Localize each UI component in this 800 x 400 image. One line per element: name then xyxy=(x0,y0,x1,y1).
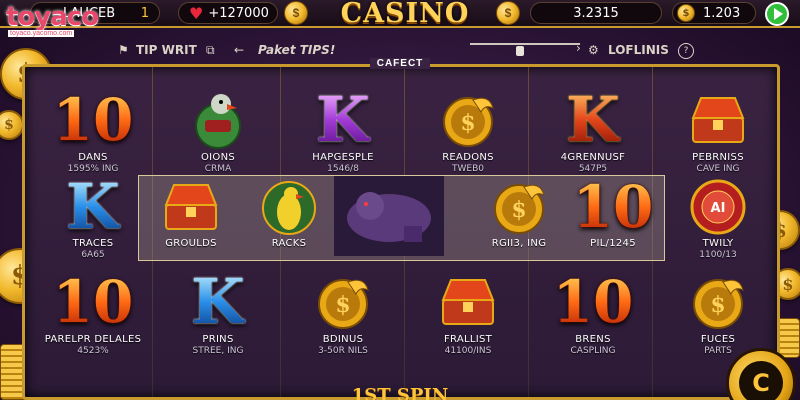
svg-text:AI: AI xyxy=(711,201,726,216)
tips-slider[interactable] xyxy=(470,43,580,56)
reel-symbol-chest[interactable]: FRALLIST 41100/INS xyxy=(405,270,531,370)
symbol-sublabel: 41100/INS xyxy=(444,346,492,356)
gold-dragon-icon: $ xyxy=(423,88,513,152)
hearts-pill[interactable]: ♥ +127000 xyxy=(178,2,278,24)
svg-text:$: $ xyxy=(710,292,725,318)
symbol-sublabel: PARTS xyxy=(704,346,732,356)
tip-box-icon: ⧉ xyxy=(206,43,215,57)
symbol-label: GROULDS xyxy=(165,238,217,249)
settings-icon[interactable]: ⚙ xyxy=(588,43,599,57)
tip-writ-label[interactable]: TIP WRIT xyxy=(136,43,197,57)
ten-icon: 10 xyxy=(52,86,134,154)
symbol-sublabel: STREE, ING xyxy=(192,346,244,356)
lofl-label[interactable]: LOFLINIS xyxy=(608,43,669,57)
svg-text:$: $ xyxy=(511,197,526,223)
coin-icon: $ xyxy=(677,4,695,22)
coins-value: 1.203 xyxy=(703,5,741,21)
arrow-right-icon: › xyxy=(576,41,581,55)
symbol-label: BDINUS xyxy=(322,334,364,345)
symbol-sublabel: 1100/13 xyxy=(699,250,737,260)
tip-writ-icon: ⚑ xyxy=(118,43,129,57)
symbol-sublabel: CRMA xyxy=(204,164,232,174)
gold-dragon-icon: $ xyxy=(298,270,388,334)
chest-icon xyxy=(423,270,513,334)
ten-icon: 10 xyxy=(52,268,134,336)
spin-icon: C xyxy=(739,361,783,400)
help-icon[interactable]: ? xyxy=(678,43,694,59)
reel-symbol-parrot-green[interactable]: OIONS CRMA xyxy=(155,88,281,188)
ten-icon: 10 xyxy=(552,268,634,336)
k-purple-icon: K xyxy=(316,83,370,156)
reel-symbol-ten[interactable]: 10 PARELPR DELALES 4523% xyxy=(30,270,156,370)
reel-symbol-gold-dragon[interactable]: $ READONS TWEB0 xyxy=(405,88,531,188)
level-suffix: 1 xyxy=(140,5,149,21)
reel-symbol-red-chip[interactable]: AI TWILY 1100/13 xyxy=(655,176,781,262)
slider-knob[interactable] xyxy=(515,46,524,56)
red-chip-icon: AI xyxy=(673,176,763,238)
back-arrow-icon[interactable]: ← xyxy=(234,43,244,57)
k-blue-icon: K xyxy=(191,265,245,338)
top-bar: LAUCEB 1 ♥ +127000 $ CASINO $ 3.2315 $ 1… xyxy=(0,0,800,29)
coin-icon: $ xyxy=(496,1,520,25)
chest-icon xyxy=(146,176,236,238)
play-button[interactable] xyxy=(765,2,789,26)
symbol-label: TWILY xyxy=(702,238,734,249)
symbol-label: OIONS xyxy=(200,152,236,163)
k-red-icon: K xyxy=(566,83,620,156)
brand-logo: toyaco xyxy=(6,2,99,32)
symbol-sublabel: CAVE ING xyxy=(696,164,740,174)
symbol-sublabel: CASPLING xyxy=(570,346,616,356)
balance-value: 3.2315 xyxy=(573,5,619,21)
balance-pill[interactable]: 3.2315 xyxy=(530,2,662,24)
symbol-label: PEBRNISS xyxy=(692,152,744,163)
svg-text:$: $ xyxy=(335,292,350,318)
symbol-sublabel: 4523% xyxy=(77,346,109,356)
symbol-label: RACKS xyxy=(271,238,307,249)
symbol-sublabel: 1546/8 xyxy=(327,164,359,174)
svg-text:$: $ xyxy=(460,110,475,136)
k-blue-icon: K xyxy=(66,170,120,243)
reel-symbol-purple-beast[interactable] xyxy=(330,176,448,262)
coin-icon: $ xyxy=(284,1,308,25)
symbol-sublabel: TWEB0 xyxy=(452,164,484,174)
reel-symbol-gold-dragon[interactable]: $ BDINUS 3-50R NILS xyxy=(280,270,406,370)
parrot-green-icon xyxy=(173,88,263,152)
heart-icon: ♥ xyxy=(189,3,204,23)
spin-label: 1ST SPIN xyxy=(351,385,449,400)
symbol-label: RGII3, ING xyxy=(491,238,547,249)
parrot-yellow-icon xyxy=(244,176,334,238)
gold-dragon-icon: $ xyxy=(673,270,763,334)
reel-header: CAFECT xyxy=(370,58,430,69)
symbol-sublabel: 3-50R NILS xyxy=(318,346,368,356)
symbol-sublabel: 6A65 xyxy=(81,250,105,260)
reel-symbol-k-blue[interactable]: K PRINS STREE, ING xyxy=(155,270,281,370)
chest-icon xyxy=(673,88,763,152)
coins-pill[interactable]: $ 1.203 xyxy=(672,2,756,24)
reel-symbol-chest[interactable]: PEBRNISS CAVE ING xyxy=(655,88,781,188)
symbol-label: FUCES xyxy=(700,334,736,345)
reel-symbol-k-purple[interactable]: K HAPGESPLE 1546/8 xyxy=(280,88,406,188)
symbol-label: READONS xyxy=(442,152,494,163)
purple-beast-icon xyxy=(334,176,444,256)
brand-logo-sub: toyaco.yacomo.com xyxy=(8,30,75,37)
reel-symbol-ten[interactable]: 10 BRENS CASPLING xyxy=(530,270,656,370)
ten-icon: 10 xyxy=(572,173,654,241)
hearts-value: +127000 xyxy=(208,5,269,21)
casino-title: CASINO xyxy=(340,0,470,29)
symbol-label: FRALLIST xyxy=(443,334,493,345)
paket-tips-label[interactable]: Paket TIPS! xyxy=(258,43,335,57)
